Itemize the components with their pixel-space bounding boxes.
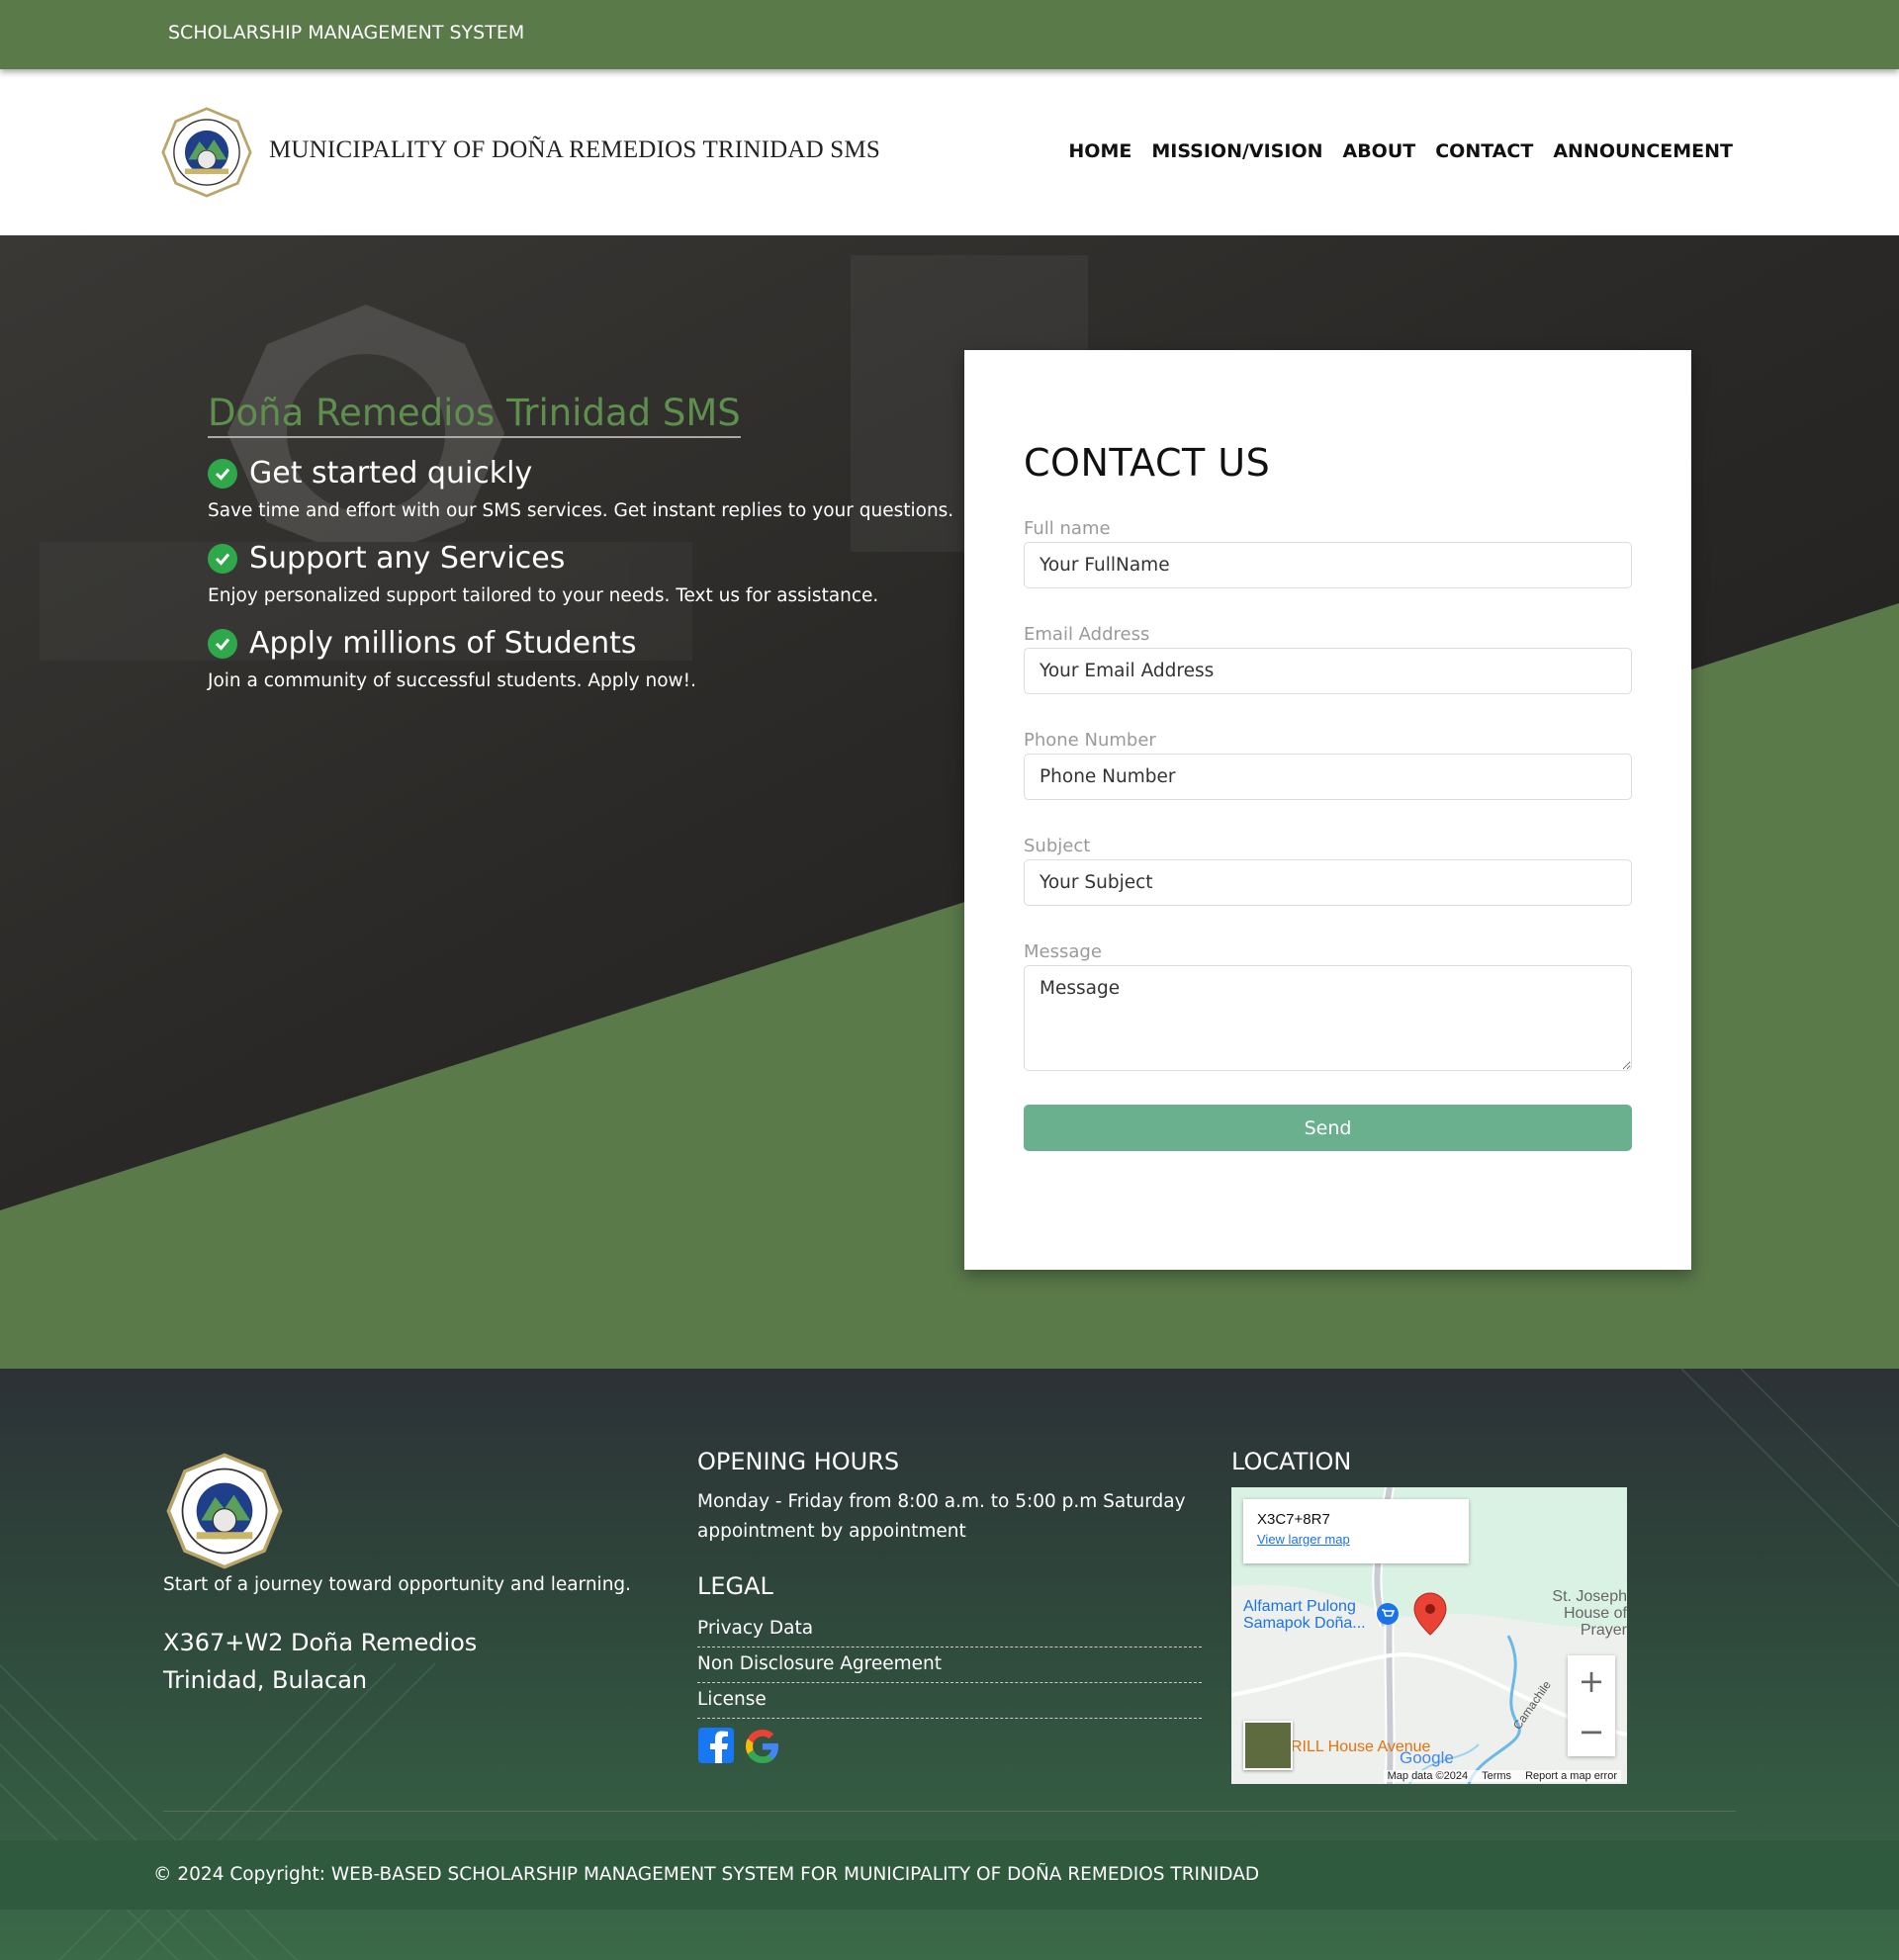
location-map[interactable]: X3C7+8R7 View larger map Alfamart Pulong… xyxy=(1231,1487,1627,1784)
message-textarea[interactable] xyxy=(1024,965,1632,1071)
google-icon[interactable] xyxy=(743,1727,782,1766)
map-attribution: Map data ©2024 Terms Report a map error xyxy=(1383,1770,1621,1782)
copyright-bar: © 2024 Copyright: WEB-BASED SCHOLARSHIP … xyxy=(0,1840,1899,1910)
map-plus-code: X3C7+8R7 xyxy=(1257,1511,1330,1528)
check-circle-icon xyxy=(208,543,237,574)
email-label: Email Address xyxy=(1024,624,1150,645)
shopping-cart-icon[interactable] xyxy=(1376,1602,1400,1626)
zoom-in-button[interactable]: + xyxy=(1568,1655,1615,1706)
hero-title: Doña Remedios Trinidad SMS xyxy=(208,392,741,438)
address-line-2: Trinidad, Bulacan xyxy=(163,1666,368,1694)
system-title: SCHOLARSHIP MANAGEMENT SYSTEM xyxy=(168,22,525,44)
google-logo: Google xyxy=(1400,1748,1454,1767)
map-report-link[interactable]: Report a map error xyxy=(1525,1770,1617,1782)
contact-heading: CONTACT US xyxy=(1024,441,1271,485)
footer-official-seal[interactable] xyxy=(166,1453,283,1569)
send-button[interactable]: Send xyxy=(1024,1105,1632,1151)
fullname-input[interactable] xyxy=(1024,542,1632,588)
footer-location: LOCATION X3C7+8R7 View larger map Alfama… xyxy=(1231,1448,1627,1784)
footer-tagline: Start of a journey toward opportunity an… xyxy=(163,1574,632,1595)
legal-link-nda[interactable]: Non Disclosure Agreement xyxy=(697,1648,1202,1683)
social-links xyxy=(697,1727,1202,1766)
feature-text: Enjoy personalized support tailored to y… xyxy=(208,585,879,606)
map-info-card: X3C7+8R7 View larger map xyxy=(1243,1499,1469,1563)
footer-address: X367+W2 Doña Remedios Trinidad, Bulacan xyxy=(163,1624,499,1699)
top-bar: SCHOLARSHIP MANAGEMENT SYSTEM xyxy=(0,0,1899,69)
contact-form: CONTACT US Full name Email Address Phone… xyxy=(964,350,1691,1270)
footer-hours-legal: OPENING HOURS Monday - Friday from 8:00 … xyxy=(697,1448,1202,1766)
check-circle-icon xyxy=(208,628,237,659)
facebook-icon[interactable] xyxy=(697,1727,735,1764)
map-place-alfamart[interactable]: Alfamart Pulong Samapok Doña... xyxy=(1243,1598,1372,1632)
legal-link-privacy[interactable]: Privacy Data xyxy=(697,1612,1202,1648)
nav-about[interactable]: ABOUT xyxy=(1343,140,1416,162)
map-pin-icon[interactable] xyxy=(1413,1592,1447,1636)
feature-heading: Apply millions of Students xyxy=(208,626,953,661)
feature-text: Join a community of successful students.… xyxy=(208,670,696,691)
map-data-text: Map data ©2024 xyxy=(1387,1770,1469,1782)
feature-title: Get started quickly xyxy=(249,456,533,490)
address-line-1: X367+W2 Doña Remedios xyxy=(163,1629,478,1656)
check-circle-icon xyxy=(208,458,237,489)
site-name[interactable]: MUNICIPALITY OF DOÑA REMEDIOS TRINIDAD S… xyxy=(269,136,880,164)
subject-input[interactable] xyxy=(1024,859,1632,906)
nav-mission-vision[interactable]: MISSION/VISION xyxy=(1151,140,1322,162)
site-header: MUNICIPALITY OF DOÑA REMEDIOS TRINIDAD S… xyxy=(0,69,1899,235)
email-field-group: Email Address xyxy=(1024,624,1632,694)
legal-heading: LEGAL xyxy=(697,1572,773,1600)
footer-divider xyxy=(163,1811,1736,1812)
nav-home[interactable]: HOME xyxy=(1068,140,1131,162)
feature-heading: Get started quickly xyxy=(208,456,953,490)
legal-link-license[interactable]: License xyxy=(697,1683,1202,1719)
copyright-text: © 2024 Copyright: WEB-BASED SCHOLARSHIP … xyxy=(153,1864,1260,1885)
feature-text: Save time and effort with our SMS servic… xyxy=(208,500,954,521)
official-seal-logo[interactable] xyxy=(161,107,252,198)
feature-title: Support any Services xyxy=(249,541,566,576)
map-place-st-joseph[interactable]: St. Joseph House of Prayer xyxy=(1533,1588,1627,1639)
email-input[interactable] xyxy=(1024,648,1632,694)
feature-title: Apply millions of Students xyxy=(249,626,637,661)
zoom-out-button[interactable]: − xyxy=(1568,1706,1615,1756)
hero-text: Doña Remedios Trinidad SMS Get started q… xyxy=(208,392,953,711)
feature-heading: Support any Services xyxy=(208,541,953,576)
subject-label: Subject xyxy=(1024,836,1091,856)
map-layer-toggle[interactable] xyxy=(1243,1721,1293,1770)
location-heading: LOCATION xyxy=(1231,1448,1352,1475)
phone-label: Phone Number xyxy=(1024,730,1156,751)
site-footer: Start of a journey toward opportunity an… xyxy=(0,1369,1899,1960)
hours-heading: OPENING HOURS xyxy=(697,1448,900,1475)
phone-input[interactable] xyxy=(1024,754,1632,800)
nav-announcement[interactable]: ANNOUNCEMENT xyxy=(1553,140,1733,162)
subject-field-group: Subject xyxy=(1024,836,1632,906)
message-label: Message xyxy=(1024,941,1102,962)
map-terms-link[interactable]: Terms xyxy=(1482,1770,1511,1782)
nav-contact[interactable]: CONTACT xyxy=(1435,140,1533,162)
message-field-group: Message xyxy=(1024,941,1632,1076)
fullname-field-group: Full name xyxy=(1024,518,1632,588)
fullname-label: Full name xyxy=(1024,518,1111,539)
phone-field-group: Phone Number xyxy=(1024,730,1632,800)
zoom-control: + − xyxy=(1568,1655,1615,1756)
view-larger-map-link[interactable]: View larger map xyxy=(1257,1532,1455,1547)
main-nav: HOME MISSION/VISION ABOUT CONTACT ANNOUN… xyxy=(1068,140,1733,162)
hours-text: Monday - Friday from 8:00 a.m. to 5:00 p… xyxy=(697,1491,1186,1542)
